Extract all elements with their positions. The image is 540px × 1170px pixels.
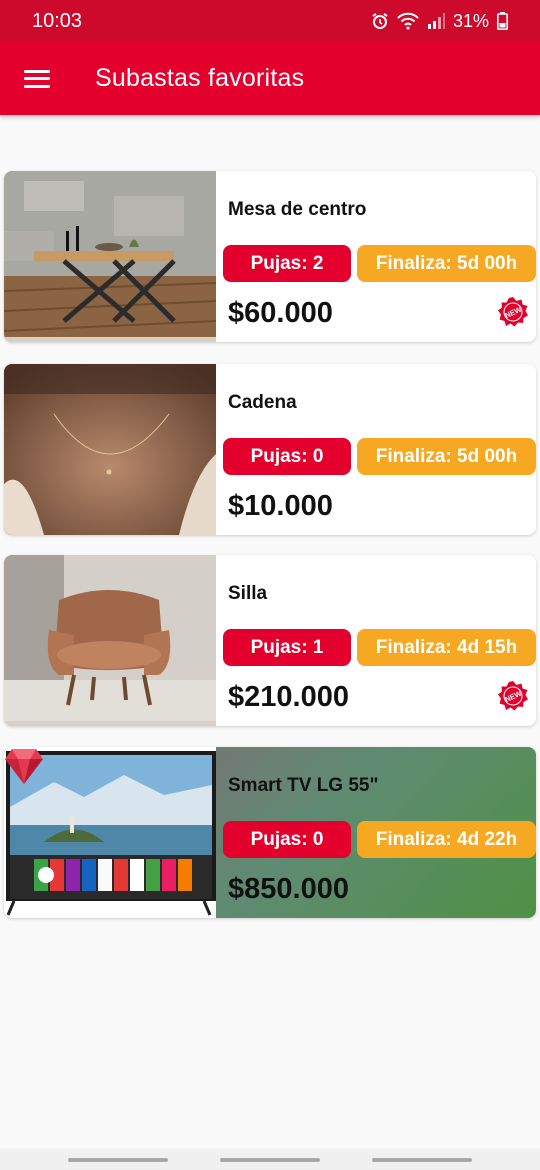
wifi-icon [397, 12, 419, 30]
auction-chips: Pujas: 0 Finaliza: 5d 00h [223, 438, 536, 475]
ends-in-badge: Finaliza: 4d 15h [357, 629, 536, 666]
coffee-table-photo [4, 171, 216, 342]
new-badge-icon: NEW [497, 296, 529, 328]
nav-back-handle[interactable] [68, 1158, 168, 1162]
new-badge-icon: NEW [497, 680, 529, 712]
armchair-photo [4, 555, 216, 726]
necklace-photo [4, 364, 216, 535]
auction-card-mesa-de-centro[interactable]: Mesa de centro Pujas: 2 Finaliza: 5d 00h… [4, 171, 536, 342]
page-title: Subastas favoritas [95, 64, 305, 92]
status-bar: 10:03 31% [0, 0, 540, 42]
ends-in-badge: Finaliza: 4d 22h [357, 821, 536, 858]
battery-percent: 31% [452, 10, 489, 31]
signal-icon [427, 13, 445, 29]
auction-price: $210.000 [228, 681, 349, 713]
auction-chips: Pujas: 1 Finaliza: 4d 15h [223, 629, 536, 666]
auction-chips: Pujas: 2 Finaliza: 5d 00h [223, 245, 536, 282]
auction-chips: Pujas: 0 Finaliza: 4d 22h [223, 821, 536, 858]
auction-title: Silla [228, 583, 268, 604]
alarm-icon [371, 12, 389, 30]
nav-home-handle[interactable] [220, 1158, 320, 1162]
auction-card-smart-tv[interactable]: Smart TV LG 55" Pujas: 0 Finaliza: 4d 22… [4, 747, 536, 918]
bids-count-badge: Pujas: 2 [223, 245, 351, 282]
bids-count-badge: Pujas: 1 [223, 629, 351, 666]
auction-price: $10.000 [228, 490, 333, 522]
auction-price: $60.000 [228, 297, 333, 329]
status-time: 10:03 [32, 9, 83, 32]
auction-title: Cadena [228, 392, 297, 413]
auction-card-cadena[interactable]: Cadena Pujas: 0 Finaliza: 5d 00h $10.000 [4, 364, 536, 535]
bids-count-badge: Pujas: 0 [223, 821, 351, 858]
auction-price: $850.000 [228, 873, 349, 905]
auction-card-silla[interactable]: Silla Pujas: 1 Finaliza: 4d 15h $210.000… [4, 555, 536, 726]
ends-in-badge: Finaliza: 5d 00h [357, 438, 536, 475]
ends-in-badge: Finaliza: 5d 00h [357, 245, 536, 282]
auction-title: Smart TV LG 55" [228, 775, 379, 796]
auction-title: Mesa de centro [228, 199, 367, 220]
nav-recents-handle[interactable] [372, 1158, 472, 1162]
app-bar: Subastas favoritas [0, 42, 540, 115]
ruby-gem-icon [4, 747, 44, 785]
battery-icon [497, 12, 508, 30]
system-navigation-bar [0, 1149, 540, 1170]
status-icons: 31% [371, 11, 508, 32]
bids-count-badge: Pujas: 0 [223, 438, 351, 475]
hamburger-menu-icon[interactable] [2, 42, 72, 115]
